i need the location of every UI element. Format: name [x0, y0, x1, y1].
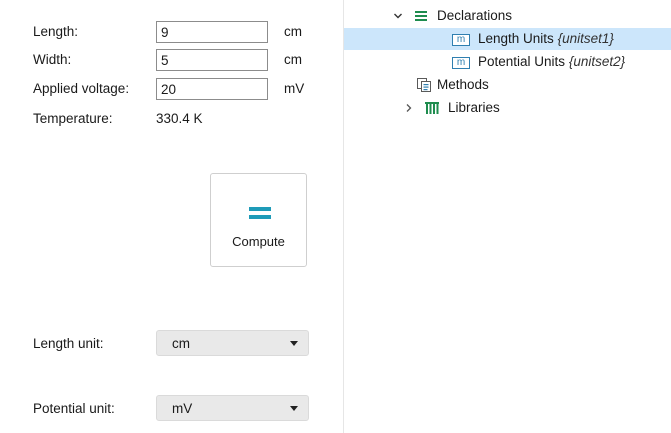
library-icon: [425, 102, 439, 114]
equals-icon: [249, 207, 271, 219]
tree-label-declarations: Declarations: [437, 8, 513, 23]
length-unit-select[interactable]: cm: [156, 330, 309, 356]
unit-set-icon: m: [452, 34, 470, 46]
form-panel: Length: cm Width: cm Applied voltage: mV…: [0, 0, 343, 433]
voltage-label: Applied voltage:: [33, 81, 130, 96]
unit-set-icon: m: [452, 57, 470, 69]
app-window: Length: cm Width: cm Applied voltage: mV…: [0, 0, 671, 433]
compute-button-label: Compute: [232, 234, 285, 249]
tree-node-methods[interactable]: Methods: [344, 74, 671, 96]
temperature-value: 330.4 K: [156, 111, 203, 126]
tree-node-libraries[interactable]: Libraries: [344, 97, 671, 119]
potential-unit-select[interactable]: mV: [156, 395, 309, 421]
chevron-down-icon: [290, 406, 298, 411]
voltage-unit-text: mV: [284, 81, 305, 96]
tree-label-potential-units: Potential Units {unitset2}: [478, 54, 626, 69]
chevron-right-icon[interactable]: [404, 103, 414, 113]
length-unit-selected: cm: [172, 336, 190, 351]
length-label: Length:: [33, 24, 79, 39]
width-input[interactable]: [156, 49, 268, 71]
model-tree: Declarations m Length Units {unitset1} m…: [344, 0, 671, 433]
list-icon: [415, 11, 427, 21]
voltage-input[interactable]: [156, 78, 268, 100]
length-input[interactable]: [156, 21, 268, 43]
tree-node-length-units[interactable]: m Length Units {unitset1}: [344, 28, 671, 50]
potential-unit-label: Potential unit:: [33, 401, 115, 416]
width-label: Width:: [33, 52, 72, 67]
chevron-down-icon[interactable]: [393, 11, 403, 21]
tree-node-declarations[interactable]: Declarations: [344, 5, 671, 27]
methods-icon: [417, 78, 431, 92]
compute-button[interactable]: Compute: [210, 173, 307, 267]
temperature-label: Temperature:: [33, 111, 113, 126]
tree-label-libraries: Libraries: [448, 100, 500, 115]
tree-label-methods: Methods: [437, 77, 489, 92]
tree-label-length-units: Length Units {unitset1}: [478, 31, 614, 46]
length-unit-text: cm: [284, 24, 302, 39]
chevron-down-icon: [290, 341, 298, 346]
potential-unit-selected: mV: [172, 401, 193, 416]
width-unit-text: cm: [284, 52, 302, 67]
length-unit-label: Length unit:: [33, 336, 104, 351]
tree-node-potential-units[interactable]: m Potential Units {unitset2}: [344, 51, 671, 73]
